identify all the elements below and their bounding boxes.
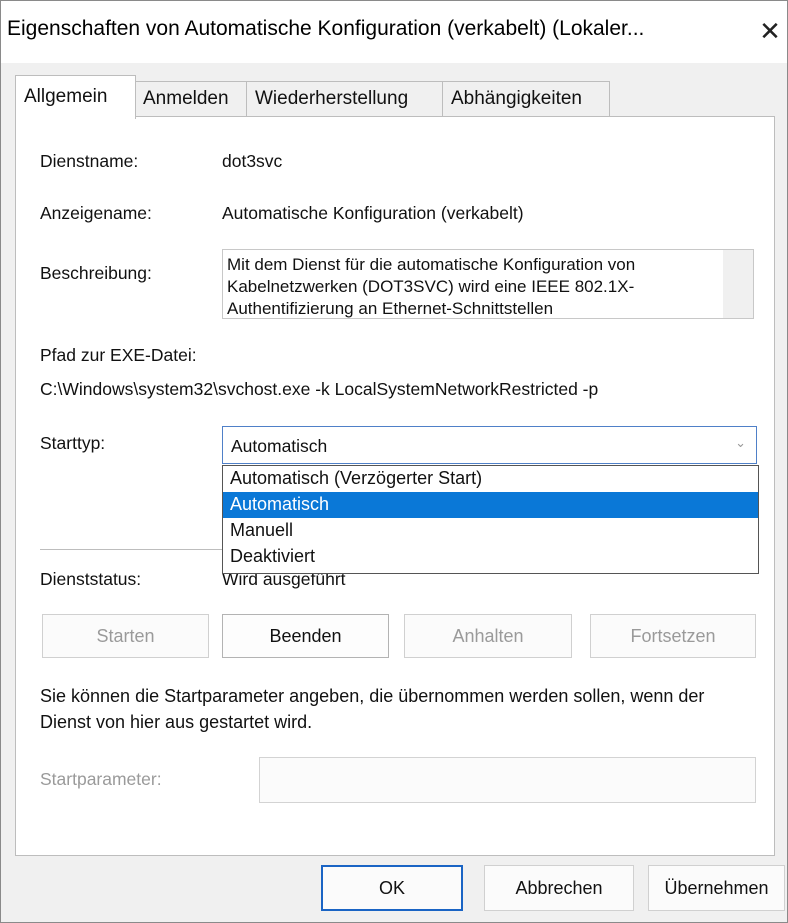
description-scrollbar[interactable] [723,250,753,318]
option-automatic-delayed[interactable]: Automatisch (Verzögerter Start) [223,466,758,492]
start-button[interactable]: Starten [42,614,209,658]
startup-type-selected: Automatisch [231,436,328,456]
resume-button[interactable]: Fortsetzen [590,614,756,658]
title-bar: Eigenschaften von Automatische Konfigura… [1,1,787,63]
start-params-hint: Sie können die Startparameter angeben, d… [40,686,705,732]
start-params-label: Startparameter: [40,769,162,789]
option-manual[interactable]: Manuell [223,518,758,544]
ok-button[interactable]: OK [321,865,463,911]
chevron-down-icon[interactable]: ⌄ [735,435,746,451]
stop-button[interactable]: Beenden [222,614,389,658]
display-name-value: Automatische Konfiguration (verkabelt) [222,203,524,223]
option-automatic[interactable]: Automatisch [223,492,758,518]
option-disabled[interactable]: Deaktiviert [223,544,758,570]
service-name-value: dot3svc [222,151,283,171]
description-label: Beschreibung: [40,263,152,283]
window-title: Eigenschaften von Automatische Konfigura… [7,17,645,40]
start-params-input[interactable] [259,757,756,803]
startup-type-dropdown: Automatisch (Verzögerter Start) Automati… [222,465,759,574]
service-status-label: Dienststatus: [40,569,142,589]
cancel-button[interactable]: Abbrechen [484,865,634,911]
close-icon[interactable]: ✕ [753,11,787,51]
display-name-label: Anzeigename: [40,203,152,223]
exe-path-value: C:\Windows\system32\svchost.exe -k Local… [40,379,599,399]
tab-anmelden[interactable]: Anmelden [134,81,248,117]
description-text: Mit dem Dienst für die automatische Konf… [227,255,636,318]
tab-wiederherstellung[interactable]: Wiederherstellung [246,81,444,117]
description-box[interactable]: Mit dem Dienst für die automatische Konf… [222,249,754,319]
tab-allgemein[interactable]: Allgemein [15,75,136,119]
startup-type-label: Starttyp: [40,433,106,453]
startup-type-select[interactable]: Automatisch ⌄ [222,426,757,464]
service-name-label: Dienstname: [40,151,139,171]
properties-dialog: Eigenschaften von Automatische Konfigura… [0,0,788,923]
tab-abhaengigkeiten[interactable]: Abhängigkeiten [442,81,610,117]
exe-path-label: Pfad zur EXE-Datei: [40,345,197,365]
apply-button[interactable]: Übernehmen [648,865,785,911]
pause-button[interactable]: Anhalten [404,614,572,658]
general-panel: Dienstname: dot3svc Anzeigename: Automat… [15,116,775,856]
